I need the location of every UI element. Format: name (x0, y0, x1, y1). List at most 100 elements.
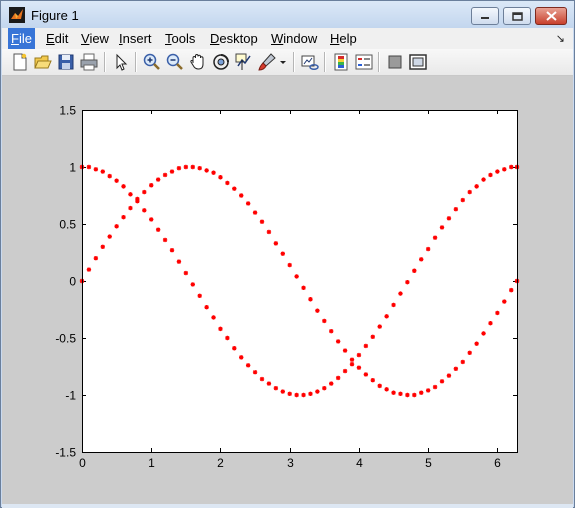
series-2-point (391, 302, 396, 308)
series-1-point (294, 274, 299, 279)
plot-svg[interactable]: 0 1 2 3 4 5 6 1.5 1 0.5 0 -0.5 -1 -1.5 (2, 76, 573, 504)
series-1-point (218, 175, 223, 180)
y-tick-label: 0.5 (59, 218, 76, 232)
zoom-in-icon[interactable] (142, 52, 162, 72)
series-1-point (467, 350, 472, 356)
series-1-point (232, 186, 237, 191)
menu-window[interactable]: Window (268, 28, 320, 49)
figure-canvas[interactable]: 0 1 2 3 4 5 6 1.5 1 0.5 0 -0.5 -1 -1.5 (2, 76, 573, 504)
series-2-point (342, 368, 348, 374)
y-tick-label: -0.5 (55, 332, 76, 346)
series-1-point (391, 390, 396, 395)
x-tick-label: 2 (217, 456, 224, 470)
menu-bar: File Edit View Insert Tools Desktop Wind… (2, 28, 573, 50)
matlab-logo-icon (9, 7, 25, 23)
menu-tools-label: ools (171, 31, 196, 46)
series-2-point (86, 164, 92, 170)
minimize-button[interactable] (471, 7, 499, 25)
series-1-point (425, 388, 431, 393)
series-1-point (259, 219, 265, 224)
pan-icon[interactable] (188, 52, 208, 72)
series-1-point (176, 165, 182, 171)
series-1-point (149, 183, 154, 188)
y-tick-label: 1.5 (59, 104, 76, 118)
series-2-point (232, 346, 237, 351)
series-1-point (190, 164, 195, 170)
series-2-point (439, 225, 445, 230)
series-1-point (342, 348, 348, 353)
series-2-point (502, 167, 507, 172)
series-2-point (176, 259, 182, 264)
menu-file[interactable]: File (8, 28, 35, 49)
series-2-point (315, 389, 320, 394)
series-1-point (509, 287, 514, 293)
menu-help[interactable]: Help (327, 28, 360, 49)
series-2-point (218, 326, 223, 332)
menu-insert-label: nsert (122, 31, 152, 46)
show-plot-tools-icon[interactable] (408, 52, 428, 72)
close-button[interactable] (535, 7, 567, 25)
y-tick-label: 1 (69, 161, 76, 175)
print-figure-icon[interactable] (79, 52, 99, 72)
toolbar-separator (378, 52, 380, 72)
menu-tools[interactable]: Tools (162, 28, 198, 49)
brush-dropdown-icon[interactable] (278, 52, 288, 72)
series-2-point (446, 216, 452, 221)
series-1-point (474, 341, 479, 346)
series-2-point (384, 314, 389, 319)
data-cursor-icon[interactable] (234, 52, 254, 72)
axes-background[interactable] (82, 110, 517, 452)
series-2-point (162, 237, 168, 243)
brush-icon[interactable] (257, 52, 277, 72)
menu-insert[interactable]: Insert (116, 28, 155, 49)
dock-arrow-icon[interactable]: ↘ (556, 32, 565, 45)
series-2-point (467, 189, 472, 195)
series-2-point (225, 335, 230, 341)
hide-plot-tools-icon[interactable] (385, 52, 405, 72)
series-1-point (128, 205, 133, 211)
rotate-3d-icon[interactable] (211, 52, 231, 72)
series-2-point (301, 392, 306, 398)
title-bar[interactable]: Figure 1 (1, 1, 574, 28)
series-2-point (412, 268, 417, 273)
series-2-point (252, 370, 258, 375)
figure-toolbar (2, 49, 573, 76)
series-1-point (377, 383, 382, 389)
zoom-out-icon[interactable] (165, 52, 185, 72)
link-plot-icon[interactable] (300, 52, 320, 72)
insert-legend-icon[interactable] (354, 52, 374, 72)
menu-view-label: iew (89, 31, 109, 46)
series-2-point (211, 315, 216, 320)
series-2-point (405, 279, 410, 285)
new-figure-icon[interactable] (10, 52, 30, 72)
series-1-point (280, 251, 285, 256)
series-1-point (405, 392, 410, 398)
insert-colorbar-icon[interactable] (331, 52, 351, 72)
series-1-point (460, 359, 465, 365)
menu-file-label: ile (18, 31, 32, 46)
x-tick-label: 1 (148, 456, 155, 470)
menu-desktop[interactable]: Desktop (207, 28, 261, 49)
x-tick-label: 6 (494, 456, 501, 470)
series-2-point (460, 197, 465, 203)
open-file-icon[interactable] (33, 52, 53, 72)
series-1-point (273, 241, 279, 246)
menu-view[interactable]: View (78, 28, 112, 49)
series-2-point (335, 375, 341, 381)
maximize-button[interactable] (503, 7, 531, 25)
x-tick-label: 4 (356, 456, 363, 470)
series-2-point (273, 385, 279, 391)
series-1-point (419, 390, 424, 395)
menu-edit[interactable]: Edit (43, 28, 71, 49)
maximize-icon (511, 11, 523, 21)
y-tick-label: -1 (65, 389, 76, 403)
series-2-point (370, 334, 375, 340)
save-figure-icon[interactable] (56, 52, 76, 72)
edit-plot-icon[interactable] (111, 52, 131, 72)
series-2-point (239, 355, 244, 360)
series-1-point (162, 172, 168, 178)
series-1-point (308, 297, 313, 302)
series-2-point (142, 208, 147, 213)
series-2-point (425, 246, 431, 252)
toolbar-separator (324, 52, 326, 72)
